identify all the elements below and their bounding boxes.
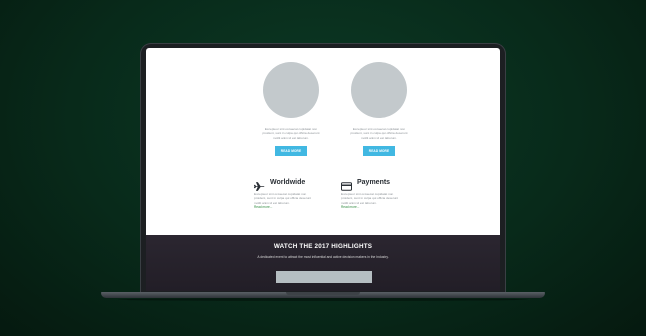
highlights-title: WATCH THE 2017 HIGHLIGHTS (273, 243, 373, 250)
feature-text: Excepteur sint occaecat cupidatat non pr… (254, 192, 312, 205)
read-more-button[interactable]: READ MORE (363, 146, 395, 157)
feature-header: Payments (341, 177, 421, 191)
read-more-link[interactable]: Read more... (341, 205, 421, 209)
feature-payments: Payments Excepteur sint occaecat cupidat… (341, 177, 421, 209)
read-more-button[interactable]: READ MORE (275, 146, 307, 157)
info-column-1: Excepteur sint occaecat cupidatat non pr… (250, 48, 332, 157)
laptop-screen: Excepteur sint occaecat cupidatat non pr… (146, 48, 500, 291)
feature-header: Worldwide (253, 177, 334, 191)
feature-title: Worldwide (270, 178, 306, 186)
feature-title: Payments (357, 178, 391, 186)
feature-text: Excepteur sint occaecat cupidatat non pr… (341, 192, 399, 205)
column-text: Excepteur sint occaecat cupidatat non pr… (262, 127, 320, 140)
laptop-notch (286, 292, 360, 295)
column-text: Excepteur sint occaecat cupidatat non pr… (350, 127, 408, 140)
info-column-2: Excepteur sint occaecat cupidatat non pr… (338, 48, 420, 157)
credit-card-icon (341, 178, 352, 191)
image-placeholder (351, 62, 407, 118)
laptop-shadow (118, 298, 528, 301)
highlights-section: WATCH THE 2017 HIGHLIGHTS A dedicated ev… (146, 235, 500, 291)
image-placeholder (263, 62, 319, 118)
airplane-icon (253, 178, 265, 191)
highlights-button[interactable] (276, 271, 372, 283)
feature-worldwide: Worldwide Excepteur sint occaecat cupida… (253, 177, 334, 209)
read-more-link[interactable]: Read more... (254, 205, 334, 209)
highlights-subtitle: A dedicated event to attract the most in… (257, 255, 389, 259)
